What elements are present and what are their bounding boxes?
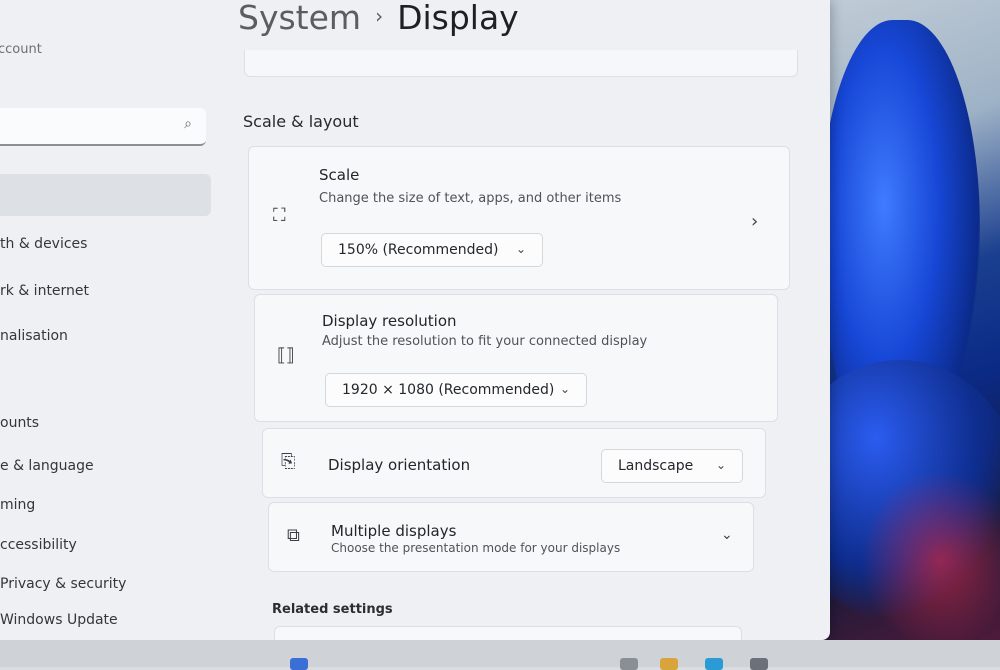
taskbar <box>0 640 1000 667</box>
chevron-down-icon: ⌄ <box>559 382 570 396</box>
sidebar-item-network-internet[interactable]: rk & internet <box>0 283 89 299</box>
resolution-value: 1920 × 1080 (Recommended) <box>342 382 555 398</box>
orientation-value: Landscape <box>618 458 694 474</box>
resolution-description: Adjust the resolution to fit your connec… <box>322 334 648 349</box>
related-settings-heading: Related settings <box>272 602 393 617</box>
settings-window: ccount ⌕ th & devices rk & internet nali… <box>0 0 830 640</box>
chevron-right-icon[interactable]: › <box>751 211 758 232</box>
breadcrumb-separator: › <box>375 4 384 28</box>
sidebar-item-time-language[interactable]: e & language <box>0 458 94 474</box>
resolution-icon: ⟦⟧ <box>277 345 295 366</box>
sidebar-item-accounts[interactable]: ounts <box>0 415 39 431</box>
sidebar-item-accessibility[interactable]: ccessibility <box>0 537 77 553</box>
wallpaper-glow <box>860 470 1000 650</box>
resolution-title: Display resolution <box>322 312 457 330</box>
search-input[interactable]: ⌕ <box>0 108 206 146</box>
taskbar-app-icon[interactable] <box>660 658 678 670</box>
sidebar-item-personalisation[interactable]: nalisation <box>0 328 68 344</box>
account-label: ccount <box>0 42 42 57</box>
orientation-card: ⎘ Display orientation Landscape ⌄ <box>262 428 766 498</box>
display-preview-card <box>244 50 798 77</box>
scale-icon: ⛶ <box>273 205 286 226</box>
related-settings-card[interactable] <box>274 626 742 640</box>
breadcrumb: System › Display <box>238 0 519 37</box>
scale-dropdown[interactable]: 150% (Recommended) ⌄ <box>321 233 543 267</box>
sidebar-item-privacy-security[interactable]: Privacy & security <box>0 576 126 592</box>
chevron-down-icon: ⌄ <box>515 242 526 256</box>
sidebar-item-bluetooth-devices[interactable]: th & devices <box>0 236 87 252</box>
orientation-title: Display orientation <box>328 456 471 474</box>
sidebar-item-gaming[interactable]: ming <box>0 497 35 513</box>
taskbar-app-icon[interactable] <box>620 658 638 670</box>
sidebar-item-system[interactable] <box>0 174 211 216</box>
scale-title: Scale <box>319 166 360 184</box>
scale-value: 150% (Recommended) <box>338 242 499 258</box>
chevron-down-icon: ⌄ <box>715 458 726 472</box>
search-icon: ⌕ <box>184 116 192 132</box>
orientation-dropdown[interactable]: Landscape ⌄ <box>601 449 743 483</box>
page-title: Display <box>397 0 519 37</box>
resolution-card: ⟦⟧ Display resolution Adjust the resolut… <box>254 294 778 422</box>
scale-description: Change the size of text, apps, and other… <box>319 191 622 206</box>
taskbar-app-icon[interactable] <box>750 658 768 670</box>
taskbar-app-icon[interactable] <box>290 658 308 670</box>
sidebar-item-windows-update[interactable]: Windows Update <box>0 612 118 628</box>
resolution-dropdown[interactable]: 1920 × 1080 (Recommended) ⌄ <box>325 373 587 407</box>
multiple-displays-icon: ⧉ <box>287 525 300 546</box>
section-title: Scale & layout <box>243 112 359 131</box>
scale-card[interactable]: ⛶ Scale Change the size of text, apps, a… <box>248 146 790 290</box>
taskbar-app-icon[interactable] <box>705 658 723 670</box>
breadcrumb-parent[interactable]: System <box>238 0 361 37</box>
multiple-displays-description: Choose the presentation mode for your di… <box>331 541 621 555</box>
multiple-displays-title: Multiple displays <box>331 522 457 540</box>
multiple-displays-card[interactable]: ⧉ Multiple displays Choose the presentat… <box>268 502 754 572</box>
chevron-down-icon[interactable]: ⌄ <box>721 527 733 543</box>
orientation-icon: ⎘ <box>281 451 296 472</box>
sidebar: ccount ⌕ th & devices rk & internet nali… <box>0 0 225 640</box>
